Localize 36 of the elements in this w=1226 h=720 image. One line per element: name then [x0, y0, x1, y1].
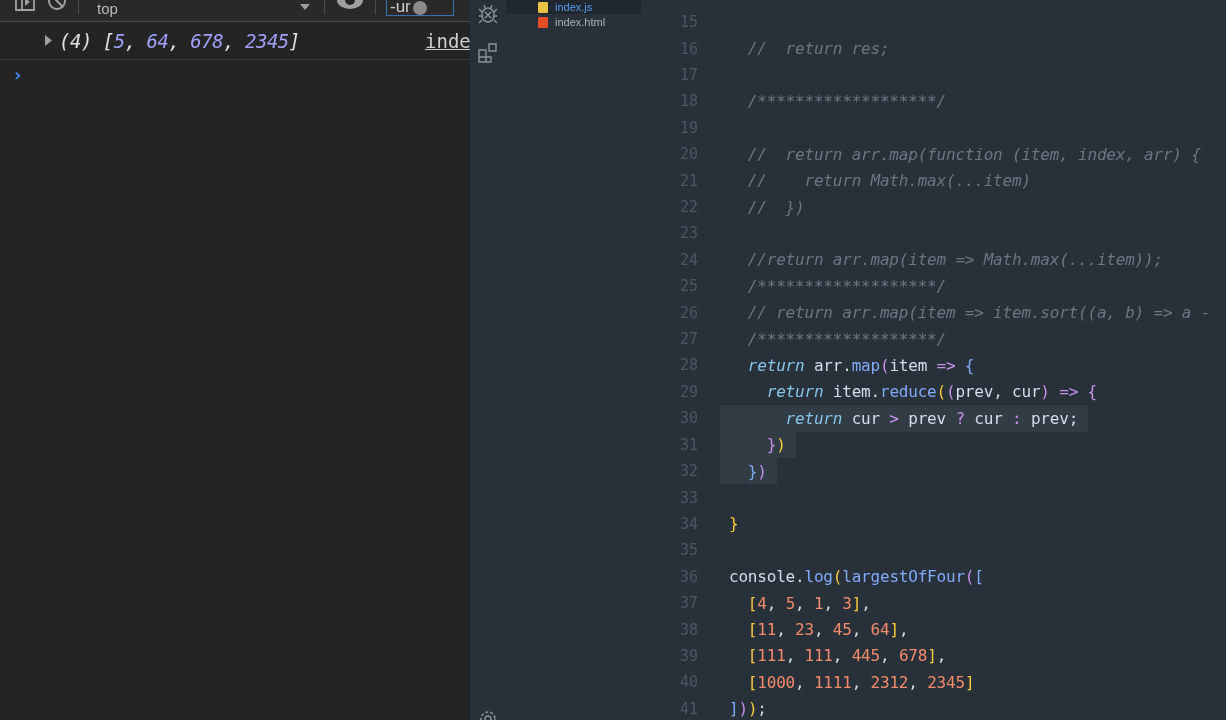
code-line: }) — [765, 435, 786, 455]
caret-icon — [300, 4, 310, 12]
code-line: // return arr.map(item => item.sort((a, b) => a - — [746, 303, 1211, 323]
code-line: //return arr.map(item => Math.max(...item)); — [746, 250, 1163, 270]
bug-icon[interactable] — [478, 3, 498, 25]
code-line: /*******************/ — [746, 329, 946, 349]
code-line: // return Math.max(...item) — [746, 171, 1031, 191]
code-line: ])); — [728, 699, 767, 719]
code-line: [4, 5, 1, 3], — [746, 593, 871, 613]
filter-field[interactable]: -ur — [386, 0, 454, 16]
code-line: // }) — [746, 197, 805, 217]
file-item[interactable]: index.html — [506, 14, 641, 30]
code-line: // return res; — [746, 39, 890, 59]
code-line: [111, 111, 445, 678], — [746, 646, 947, 666]
code-line: /*******************/ — [746, 276, 946, 296]
file-type-icon — [538, 1, 548, 13]
code-line: }) — [746, 461, 767, 481]
settings-icon[interactable] — [478, 708, 498, 720]
sidebar-toggle-icon[interactable] — [14, 0, 36, 14]
code-line: } — [728, 514, 739, 534]
code-line: // return arr.map(function (item, index, arr) { — [746, 144, 1201, 164]
code-line: [11, 23, 45, 64], — [746, 620, 909, 640]
prompt-chevron: › — [13, 63, 22, 85]
extensions-icon[interactable] — [478, 43, 498, 63]
context-dropdown[interactable]: top — [89, 0, 314, 18]
code-line: /*******************/ — [746, 91, 946, 111]
file-item[interactable]: index.js — [506, 0, 641, 14]
code-line: return arr.map(item => { — [746, 356, 975, 375]
code-line: console.log(largestOfFour([ — [728, 567, 984, 587]
code-line: [1000, 1111, 2312, 2345] — [746, 672, 975, 692]
file-type-icon — [538, 16, 548, 28]
expand-triangle-icon[interactable] — [44, 35, 53, 46]
code-line: return item.reduce((prev, cur) => { — [765, 382, 1097, 402]
logged-array: (4) [5, 64, 678, 2345] — [59, 29, 300, 52]
code-line: return cur > prev ? cur : prev; — [784, 408, 1079, 428]
source-link[interactable]: inde — [425, 29, 470, 52]
